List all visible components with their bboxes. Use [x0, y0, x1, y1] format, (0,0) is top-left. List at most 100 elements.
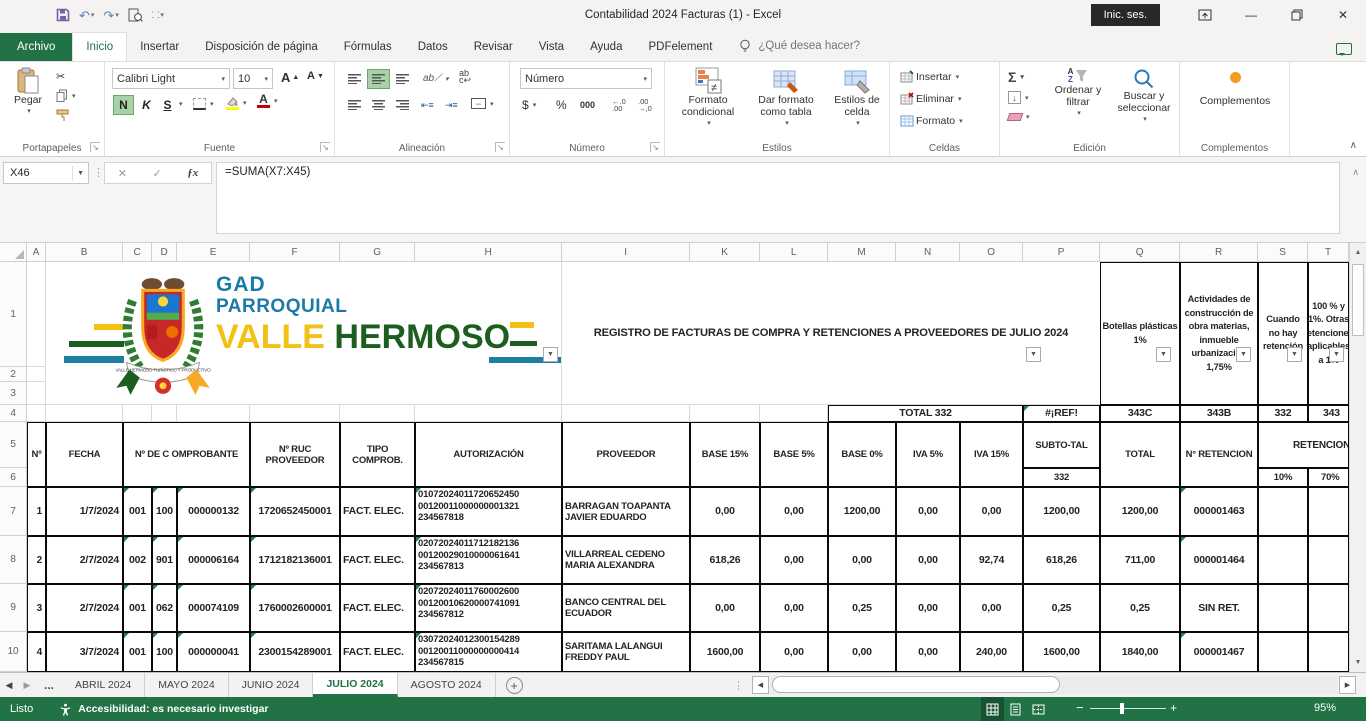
customize-qat-icon[interactable]: ⸬▾ — [152, 11, 164, 20]
cell[interactable] — [1308, 487, 1349, 536]
minimize-button[interactable]: — — [1228, 0, 1274, 30]
row-header[interactable]: 4 — [0, 405, 27, 422]
table-header[interactable]: IVA 5% — [896, 422, 960, 487]
underline-dropdown[interactable] — [177, 100, 183, 108]
cell[interactable]: 0,00 — [760, 487, 828, 536]
cell[interactable]: 618,26 — [690, 536, 760, 584]
cell[interactable]: 343B — [1180, 405, 1258, 422]
print-preview-icon[interactable] — [128, 8, 143, 23]
ref-error-cell[interactable]: #¡REF! — [1023, 405, 1100, 422]
cell[interactable]: 0,00 — [896, 584, 960, 632]
col-header[interactable]: R — [1180, 243, 1258, 262]
tab-archivo[interactable]: Archivo — [0, 33, 72, 61]
view-normal-icon[interactable] — [981, 697, 1004, 721]
cell[interactable]: 1/7/2024 — [46, 487, 123, 536]
col-header[interactable]: P — [1023, 243, 1100, 262]
cell[interactable]: 0,25 — [1100, 584, 1180, 632]
cell[interactable]: 1200,00 — [1023, 487, 1100, 536]
sheet-tab-mayo[interactable]: MAYO 2024 — [145, 673, 228, 697]
clear-button[interactable] — [1008, 113, 1030, 121]
cell[interactable]: 001 — [123, 584, 152, 632]
filter-dropdown-icon[interactable]: ▼ — [1329, 347, 1344, 362]
alignment-dialog-launcher[interactable]: ↘ — [495, 142, 505, 152]
sheet-tab-junio[interactable]: JUNIO 2024 — [229, 673, 314, 697]
merge-center-button[interactable]: ⇔ — [471, 98, 494, 109]
cell[interactable]: 0107202401172065245000120011000000001321… — [415, 487, 562, 536]
sheet-tab-abril[interactable]: ABRIL 2024 — [62, 673, 145, 697]
formula-bar-splitter[interactable]: ⋮ — [93, 166, 104, 179]
vertical-scrollbar[interactable]: ▲ ▼ — [1349, 243, 1366, 672]
sheet-tab-agosto[interactable]: AGOSTO 2024 — [398, 673, 496, 697]
cell[interactable]: 0,00 — [960, 584, 1023, 632]
cell[interactable] — [46, 405, 123, 422]
cell[interactable]: 0,00 — [896, 632, 960, 672]
table-header[interactable]: IVA 15% — [960, 422, 1023, 487]
cell[interactable]: 0,00 — [828, 632, 896, 672]
restore-button[interactable] — [1274, 0, 1320, 30]
sort-filter-button[interactable]: AZ Ordenar y filtrar — [1046, 68, 1110, 120]
cell[interactable]: 000000041 — [177, 632, 250, 672]
cell[interactable]: 0207202401176000260000120010620000741091… — [415, 584, 562, 632]
filter-dropdown-icon[interactable]: ▼ — [543, 347, 558, 362]
tab-inicio[interactable]: Inicio — [72, 32, 127, 61]
font-size-combo[interactable]: 10▾ — [233, 68, 273, 89]
hscroll-left-icon[interactable]: ◀ — [752, 676, 769, 694]
conditional-formatting-button[interactable]: ≠ Formato condicional — [671, 67, 745, 130]
cell[interactable]: 2 — [27, 536, 46, 584]
cell[interactable] — [1308, 536, 1349, 584]
decrease-font-icon[interactable]: A▼ — [307, 70, 324, 82]
col-header[interactable]: N — [896, 243, 960, 262]
table-header[interactable]: TOTAL — [1100, 422, 1180, 487]
tab-formulas[interactable]: Fórmulas — [331, 33, 405, 61]
cell[interactable] — [1258, 536, 1308, 584]
sign-in-button[interactable]: Inic. ses. — [1091, 4, 1160, 26]
cell[interactable] — [760, 405, 828, 422]
cell[interactable]: 3/7/2024 — [46, 632, 123, 672]
row-header[interactable]: 9 — [0, 584, 27, 632]
cell[interactable]: 002 — [123, 536, 152, 584]
fill-color-button[interactable] — [225, 96, 247, 110]
comments-icon[interactable] — [1336, 43, 1352, 55]
cell[interactable]: FACT. ELEC. — [340, 487, 415, 536]
col-header[interactable]: L — [760, 243, 828, 262]
cell[interactable]: FACT. ELEC. — [340, 536, 415, 584]
paste-button[interactable]: Pegar — [8, 67, 48, 118]
tab-disposicion[interactable]: Disposición de página — [192, 33, 331, 61]
cell[interactable]: 000000132 — [177, 487, 250, 536]
table-header[interactable]: N° RETENCION — [1180, 422, 1258, 487]
view-page-break-icon[interactable] — [1027, 697, 1050, 721]
cell[interactable]: 100 — [152, 487, 177, 536]
cell[interactable]: 332 — [1258, 405, 1308, 422]
cell[interactable]: 1720652450001 — [250, 487, 340, 536]
borders-button[interactable] — [193, 98, 214, 110]
cell[interactable]: 1200,00 — [828, 487, 896, 536]
hscroll-right-icon[interactable]: ▶ — [1339, 676, 1356, 694]
cell[interactable]: 343C — [1100, 405, 1180, 422]
cell[interactable] — [123, 405, 152, 422]
table-header[interactable]: 10% — [1258, 468, 1308, 487]
clipboard-dialog-launcher[interactable]: ↘ — [90, 142, 100, 152]
cut-button[interactable]: ✂ — [56, 70, 65, 83]
cell[interactable]: 0,00 — [690, 487, 760, 536]
table-header[interactable]: RETENCION — [1258, 422, 1349, 468]
total-332-cell[interactable]: TOTAL 332 — [828, 405, 1023, 422]
cell[interactable] — [1308, 632, 1349, 672]
decrease-decimal-button[interactable]: .00→,0 — [638, 98, 652, 112]
cell[interactable]: 1600,00 — [1023, 632, 1100, 672]
table-header[interactable]: BASE 15% — [690, 422, 760, 487]
select-all-corner[interactable] — [0, 243, 27, 262]
scroll-down-icon[interactable]: ▼ — [1350, 653, 1366, 672]
align-right-button[interactable] — [391, 95, 414, 115]
number-dialog-launcher[interactable]: ↘ — [650, 142, 660, 152]
font-name-combo[interactable]: Calibri Light▾ — [112, 68, 230, 89]
cell[interactable]: SIN RET. — [1180, 584, 1258, 632]
col-header[interactable]: K — [690, 243, 760, 262]
tell-me-search[interactable]: ¿Qué desea hacer? — [739, 39, 860, 61]
cell[interactable]: BARRAGAN TOAPANTA JAVIER EDUARDO — [562, 487, 690, 536]
thousands-button[interactable]: 000 — [580, 100, 595, 110]
cell[interactable]: 0,00 — [896, 487, 960, 536]
cell[interactable]: 1712182136001 — [250, 536, 340, 584]
col-header[interactable]: H — [415, 243, 562, 262]
align-bottom-button[interactable] — [391, 69, 414, 89]
cell[interactable]: BANCO CENTRAL DEL ECUADOR — [562, 584, 690, 632]
